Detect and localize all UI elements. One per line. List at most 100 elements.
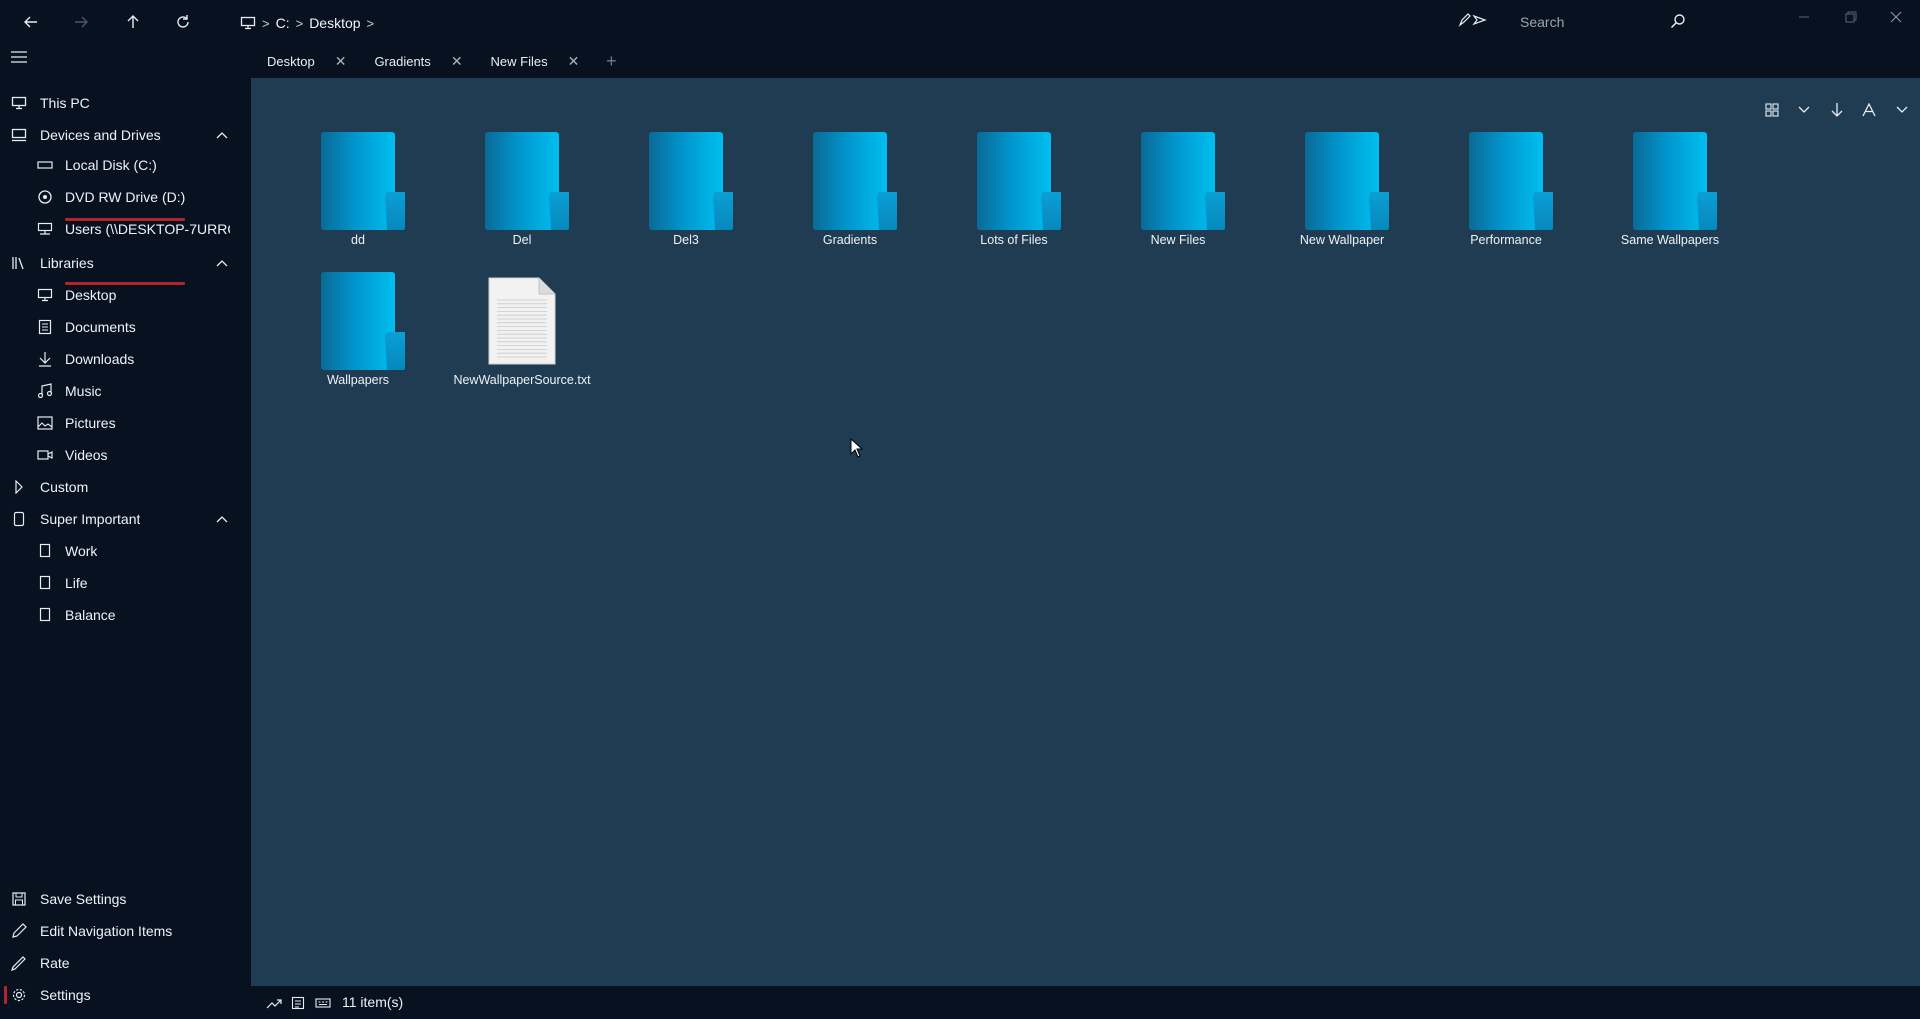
sidebar-item-label: Work [65,543,98,559]
up-button[interactable] [122,11,144,33]
sidebar-section-devices[interactable]: Devices and Drives [0,120,240,150]
sidebar-item-label: Music [65,383,102,399]
file-item[interactable]: NewWallpaperSource.txt [447,272,597,392]
libraries-icon [10,254,28,272]
rate-button[interactable]: Rate [0,948,240,978]
folder-icon [321,132,405,230]
chevron-down-icon[interactable] [1792,98,1816,122]
close-icon[interactable]: ✕ [451,53,463,70]
chevron-up-icon[interactable] [213,126,231,144]
folder-icon [977,132,1061,230]
settings-button[interactable]: Settings [0,980,240,1010]
download-icon [36,350,54,368]
folder-icon [485,132,569,230]
breadcrumb-c-drive[interactable]: C: [276,15,290,31]
keyboard-icon[interactable] [314,995,332,1011]
close-icon[interactable]: ✕ [335,53,347,70]
search-box[interactable] [1512,9,1696,35]
hamburger-menu-icon[interactable] [10,50,32,68]
back-button[interactable] [20,11,42,33]
sidebar-item-this-pc[interactable]: This PC [0,88,240,118]
folder-item[interactable]: Lots of Files [939,132,1089,252]
forward-button[interactable] [70,11,92,33]
search-icon[interactable] [1670,13,1686,29]
minimize-button[interactable] [1789,6,1819,28]
folder-item[interactable]: Wallpapers [283,272,433,392]
item-name: New Wallpaper [1299,233,1385,247]
refresh-button[interactable] [172,11,194,33]
sidebar-item-label: Edit Navigation Items [40,923,173,939]
expand-triangle-icon[interactable] [10,478,28,496]
folder-item[interactable]: Del3 [611,132,761,252]
folder-item[interactable]: Performance [1431,132,1581,252]
chevron-up-icon[interactable] [213,254,231,272]
sidebar-item-work[interactable]: Work [0,536,240,566]
arrow-right-icon [75,16,88,28]
music-icon [36,382,54,400]
folder-item[interactable]: dd [283,132,433,252]
sidebar-item-network-drive[interactable]: Users (\\DESKTOP-7URRQC [0,214,240,244]
computer-icon[interactable] [240,16,256,30]
folder-item[interactable]: New Files [1103,132,1253,252]
sidebar-section-libraries[interactable]: Libraries [0,248,240,278]
tab-gradients[interactable]: Gradients ✕ [360,44,476,78]
disc-icon [36,188,54,206]
sort-by-name-icon[interactable] [1857,98,1881,122]
sidebar-item-life[interactable]: Life [0,568,240,598]
selection-indicator [4,986,7,1004]
close-icon[interactable]: ✕ [568,53,580,70]
sidebar: This PC Devices and Drives Local Disk (C… [0,44,251,1019]
sidebar-item-downloads[interactable]: Downloads [0,344,240,374]
rate-icon [10,954,28,972]
arrow-left-icon [24,16,37,28]
text-file-icon [487,276,557,366]
folder-item[interactable]: Del [447,132,597,252]
close-button[interactable] [1881,6,1911,28]
sidebar-section-label: Devices and Drives [40,127,161,143]
pen-icon[interactable] [1458,13,1488,27]
breadcrumb-separator: > [262,15,270,31]
tab-desktop[interactable]: Desktop ✕ [253,44,360,78]
item-name: New Files [1150,233,1206,247]
save-settings-button[interactable]: Save Settings [0,884,240,914]
sidebar-item-local-disk[interactable]: Local Disk (C:) [0,150,240,180]
folder-icon [649,132,733,230]
file-view[interactable]: dd Del Del3 Gradients Lots of Files New … [251,78,1920,986]
trend-icon[interactable] [265,995,283,1011]
sidebar-item-music[interactable]: Music [0,376,240,406]
sidebar-item-label: Custom [40,479,89,495]
grid-view-icon[interactable] [1760,98,1784,122]
tab-new-files[interactable]: New Files ✕ [477,44,594,78]
sidebar-item-custom[interactable]: Custom [0,472,240,502]
sidebar-item-documents[interactable]: Documents [0,312,240,342]
group-icon [10,510,28,528]
folder-icon [813,132,897,230]
edit-navigation-items-button[interactable]: Edit Navigation Items [0,916,240,946]
sidebar-item-label: This PC [40,95,90,111]
sidebar-item-dvd-drive[interactable]: DVD RW Drive (D:) [0,182,240,212]
add-tab-button[interactable]: + [599,51,623,72]
breadcrumb-separator[interactable]: > [367,16,375,31]
folder-item[interactable]: Gradients [775,132,925,252]
chevron-up-icon[interactable] [213,510,231,528]
folder-item[interactable]: New Wallpaper [1267,132,1417,252]
chevron-down-icon[interactable] [1890,98,1914,122]
item-name: Same Wallpapers [1620,233,1720,247]
search-input[interactable] [1512,10,1662,34]
restore-button[interactable] [1836,6,1866,28]
sidebar-item-balance[interactable]: Balance [0,600,240,630]
sort-direction-icon[interactable] [1825,98,1849,122]
sidebar-item-videos[interactable]: Videos [0,440,240,470]
folder-item[interactable]: Same Wallpapers [1595,132,1745,252]
sidebar-section-super-important[interactable]: Super Important [0,504,240,534]
sidebar-item-pictures[interactable]: Pictures [0,408,240,438]
clipboard-icon[interactable] [289,995,307,1011]
sidebar-item-desktop[interactable]: Desktop [0,280,240,310]
item-name: Lots of Files [980,233,1048,247]
edit-icon [10,922,28,940]
sidebar-item-label: Desktop [65,287,117,303]
arrow-up-icon [127,15,139,28]
status-bar: 11 item(s) [251,986,1920,1019]
breadcrumb-desktop[interactable]: Desktop [309,15,360,31]
bookmark-icon [36,542,54,560]
